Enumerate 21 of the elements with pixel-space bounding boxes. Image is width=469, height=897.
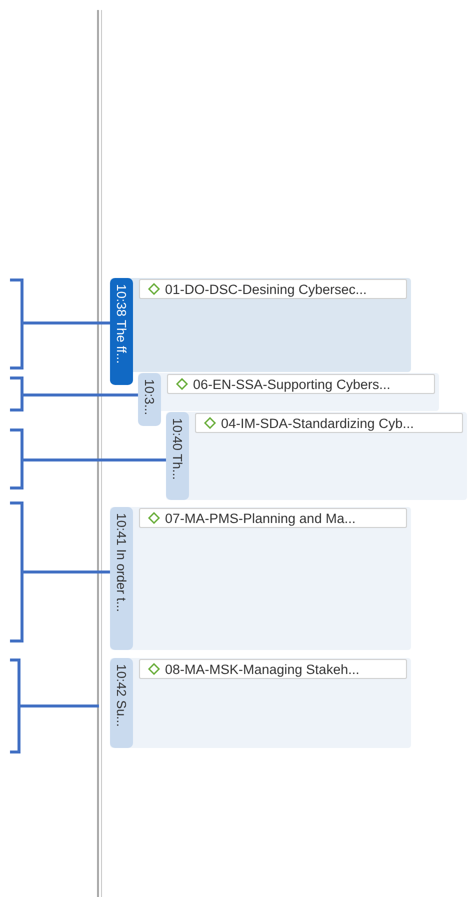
task-chip[interactable]: 07-MA-PMS-Planning and Ma... bbox=[139, 508, 407, 528]
pane-divider[interactable] bbox=[97, 10, 102, 897]
task-chip[interactable]: 04-IM-SDA-Standardizing Cyb... bbox=[195, 413, 463, 433]
diamond-icon bbox=[148, 283, 160, 295]
diamond-icon bbox=[176, 378, 188, 390]
task-label: 08-MA-MSK-Managing Stakeh... bbox=[165, 662, 360, 676]
task-chip[interactable]: 06-EN-SSA-Supporting Cybers... bbox=[167, 374, 435, 394]
task-label: 01-DO-DSC-Desining Cybersec... bbox=[165, 282, 367, 296]
time-tab[interactable]: 10:42 Su... bbox=[110, 658, 133, 748]
time-tab[interactable]: 10:38 The ff... bbox=[110, 278, 133, 385]
diamond-icon bbox=[148, 663, 160, 675]
task-label: 04-IM-SDA-Standardizing Cyb... bbox=[221, 416, 414, 430]
task-chip[interactable]: 01-DO-DSC-Desining Cybersec... bbox=[139, 279, 407, 299]
time-tab[interactable]: 10:41 In order t... bbox=[110, 507, 133, 650]
task-label: 07-MA-PMS-Planning and Ma... bbox=[165, 510, 356, 526]
diamond-icon bbox=[204, 417, 216, 429]
task-label: 06-EN-SSA-Supporting Cybers... bbox=[193, 376, 390, 392]
task-chip[interactable]: 08-MA-MSK-Managing Stakeh... bbox=[139, 659, 407, 679]
time-tab[interactable]: 10:3... bbox=[138, 373, 161, 426]
time-tab[interactable]: 10:40 Th... bbox=[166, 412, 189, 500]
diamond-icon bbox=[148, 512, 160, 524]
